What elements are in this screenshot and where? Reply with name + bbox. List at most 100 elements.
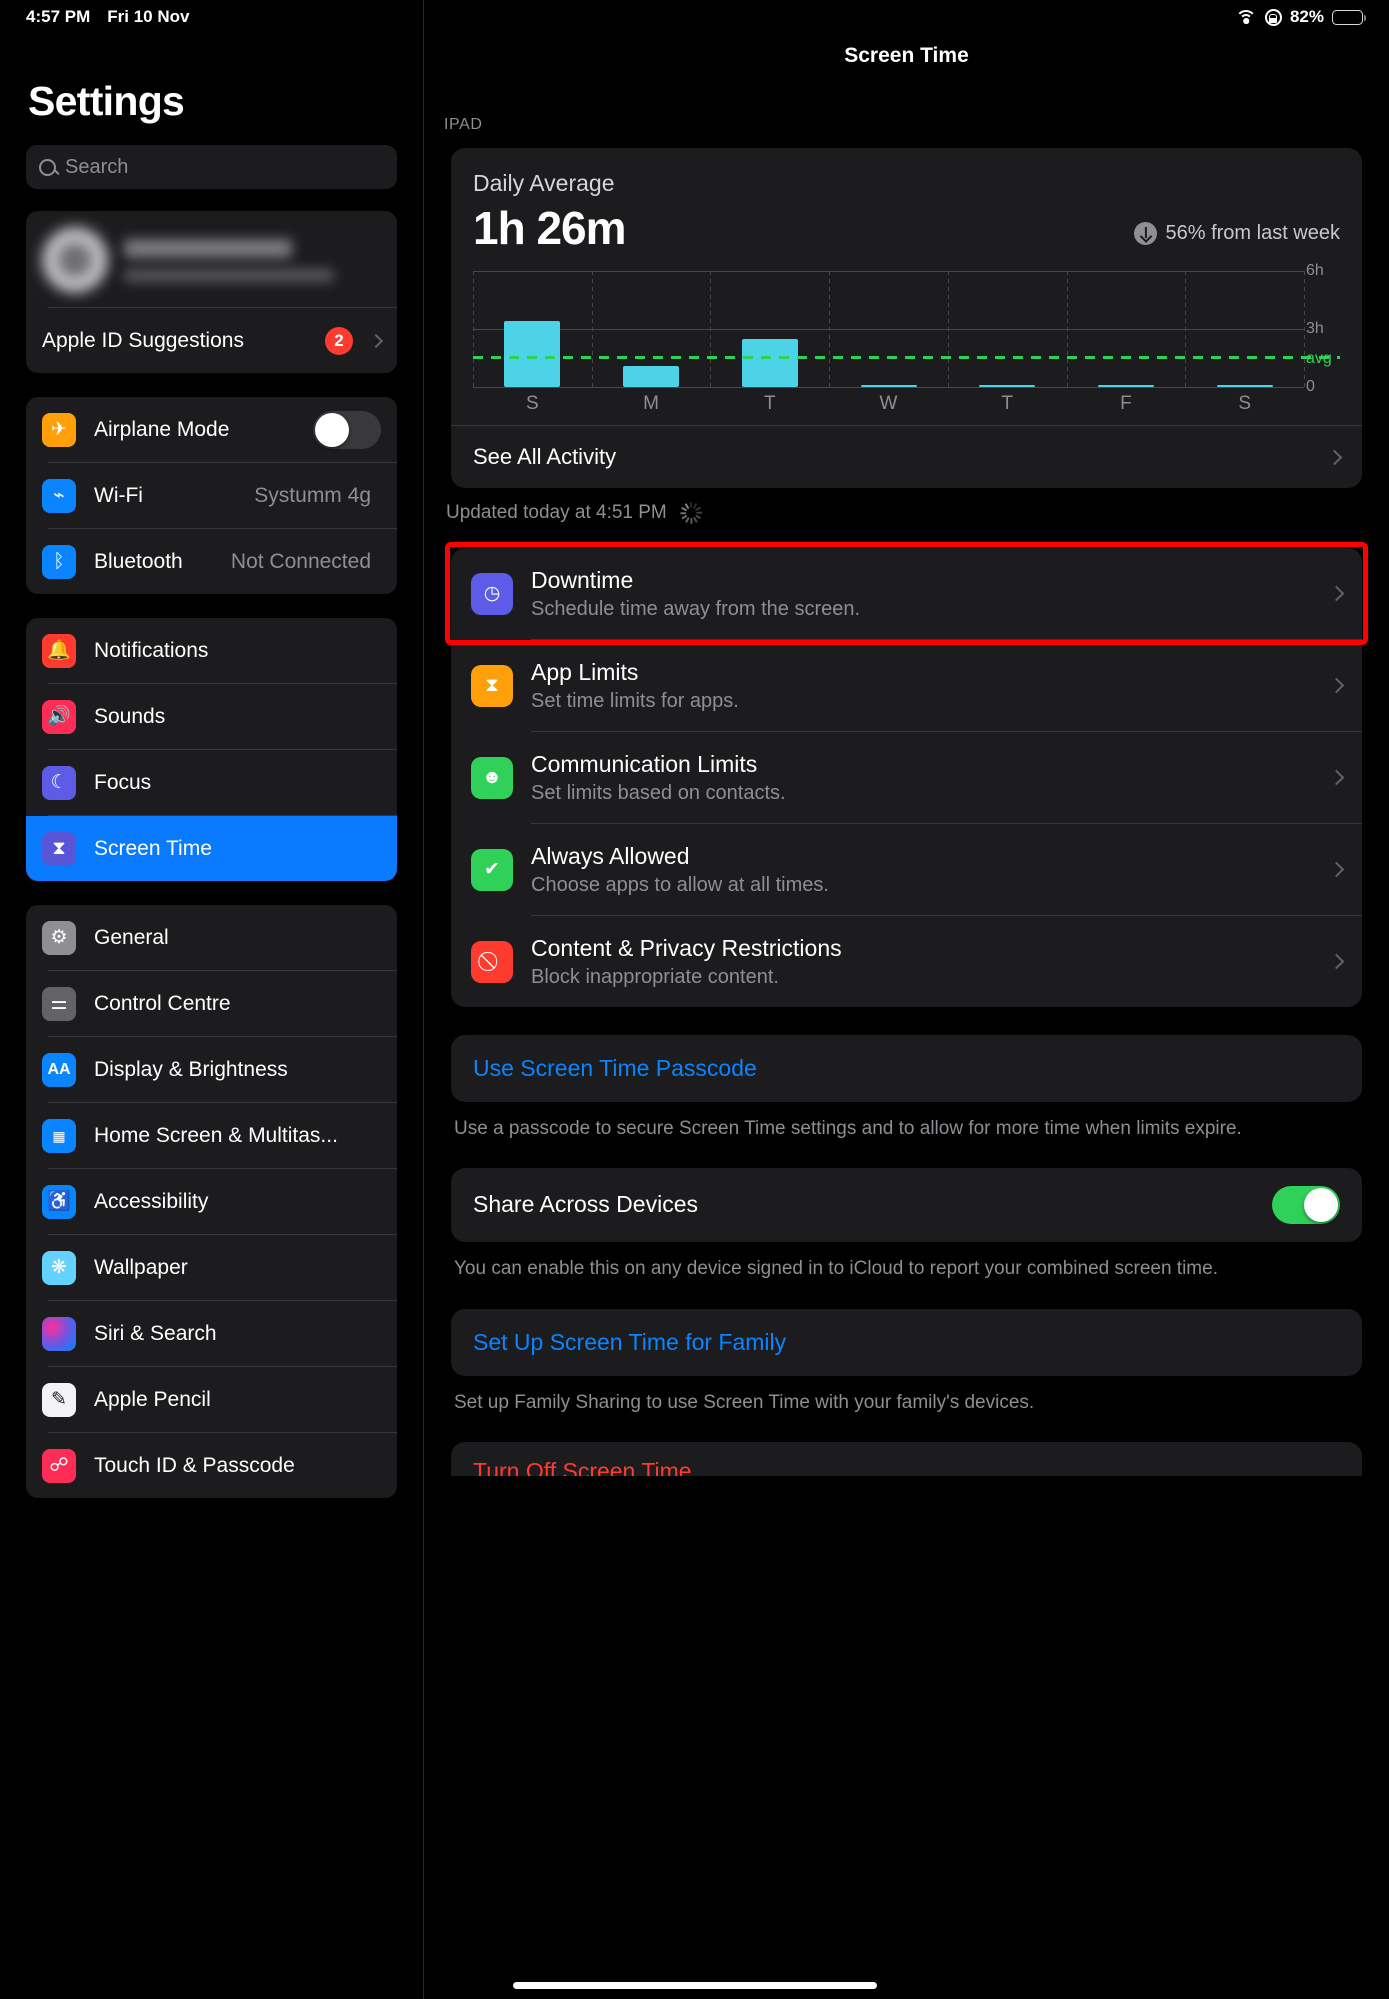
sidebar-item-wallpaper[interactable]: ❋ Wallpaper <box>26 1235 397 1300</box>
moon-icon: ☾ <box>42 765 76 800</box>
sidebar-item-label: Airplane Mode <box>94 417 230 441</box>
sidebar-item-label: Wallpaper <box>94 1255 188 1279</box>
chart-bar <box>860 385 917 387</box>
use-screen-time-passcode-button[interactable]: Use Screen Time Passcode <box>451 1035 1362 1102</box>
sidebar-item-label: Home Screen & Multitas... <box>94 1123 338 1147</box>
sidebar-item-label: Bluetooth <box>94 549 183 573</box>
chart-bar-cell <box>710 271 829 387</box>
sidebar-item-focus[interactable]: ☾ Focus <box>26 750 397 815</box>
chart-x-tick: S <box>526 393 539 414</box>
chart-x-tick: T <box>1001 393 1014 414</box>
arrow-down-icon <box>1134 222 1158 245</box>
sidebar-item-control-centre[interactable]: ⚌ Control Centre <box>26 971 397 1036</box>
home-indicator <box>512 1982 877 1989</box>
settings-row-communication-limits[interactable]: ☻ Communication Limits Set limits based … <box>451 732 1362 823</box>
sidebar-item-display-brightness[interactable]: AA Display & Brightness <box>26 1037 397 1102</box>
text-size-icon: AA <box>42 1052 76 1087</box>
page-title: Settings <box>28 78 185 124</box>
sidebar-item-apple-id-suggestions[interactable]: Apple ID Suggestions 2 <box>26 308 397 373</box>
chart-bar <box>623 365 680 387</box>
family-link-label: Set Up Screen Time for Family <box>473 1329 787 1356</box>
status-date: Fri 10 Nov <box>107 7 190 26</box>
settings-row-app-limits[interactable]: ⧗ App Limits Set time limits for apps. <box>451 640 1362 731</box>
nav-title: Screen Time <box>844 44 969 67</box>
bluetooth-icon: ᛒ <box>42 544 76 579</box>
settings-row-text: Always Allowed Choose apps to allow at a… <box>531 843 1331 897</box>
bell-icon: 🔔 <box>42 633 76 668</box>
settings-row-content-privacy[interactable]: ⃠ Content & Privacy Restrictions Block i… <box>451 916 1362 1007</box>
turn-off-screen-time-button[interactable]: Turn Off Screen Time <box>451 1441 1362 1476</box>
daily-average-card: Daily Average 1h 26m 56% from last week … <box>451 148 1362 488</box>
sidebar-item-bluetooth[interactable]: ᛒ Bluetooth Not Connected <box>26 529 397 594</box>
airplane-icon: ✈ <box>42 412 76 447</box>
hourglass-icon: ⧗ <box>471 664 513 707</box>
chart-x-tick: T <box>763 393 776 414</box>
connectivity-group: ✈ Airplane Mode ⌁ Wi-Fi Systumm 4g ᛒ Blu… <box>26 397 397 594</box>
chart-y-tick: 0 <box>1306 378 1315 395</box>
settings-sidebar[interactable]: Settings Search Apple ID Suggestions 2 ✈ <box>0 0 424 1999</box>
settings-row-title: Downtime <box>531 566 634 593</box>
daily-average-label: Daily Average <box>473 170 615 196</box>
siri-icon <box>42 1316 76 1351</box>
sidebar-item-sounds[interactable]: 🔊 Sounds <box>26 684 397 749</box>
settings-row-subtitle: Schedule time away from the screen. <box>531 597 861 620</box>
hourglass-icon: ⧗ <box>42 831 76 866</box>
screen-time-bar-chart[interactable]: 6h3havg0 SMTWTFS <box>473 262 1340 414</box>
share-footnote: You can enable this on any device signed… <box>454 1257 1218 1279</box>
wifi-icon: ⌁ <box>42 478 76 513</box>
sidebar-item-home-screen[interactable]: ▦ Home Screen & Multitas... <box>26 1103 397 1168</box>
sidebar-item-apple-pencil[interactable]: ✎ Apple Pencil <box>26 1367 397 1432</box>
chart-bar <box>504 321 561 387</box>
fingerprint-icon: ☍ <box>42 1448 76 1483</box>
turn-off-label: Turn Off Screen Time <box>473 1457 692 1476</box>
alerts-group: 🔔 Notifications 🔊 Sounds ☾ Focus ⧗ Scree… <box>26 618 397 881</box>
bluetooth-value: Not Connected <box>230 549 371 573</box>
settings-row-subtitle: Set limits based on contacts. <box>531 781 786 804</box>
speaker-icon: 🔊 <box>42 699 76 734</box>
person-icon: ☻ <box>471 756 513 799</box>
settings-row-always-allowed[interactable]: ✔ Always Allowed Choose apps to allow at… <box>451 824 1362 915</box>
daily-average-header: Daily Average 1h 26m 56% from last week <box>451 148 1362 255</box>
sidebar-item-general[interactable]: ⚙ General <box>26 905 397 970</box>
set-up-family-button[interactable]: Set Up Screen Time for Family <box>451 1309 1362 1377</box>
share-across-devices-row[interactable]: Share Across Devices <box>451 1167 1362 1242</box>
sidebar-item-siri-search[interactable]: Siri & Search <box>26 1301 397 1366</box>
see-all-activity-row[interactable]: See All Activity <box>451 425 1362 488</box>
wifi-icon <box>1235 9 1257 25</box>
chart-bar-cell <box>1185 271 1304 387</box>
chevron-right-icon <box>1328 861 1345 878</box>
settings-row-title: App Limits <box>531 658 639 685</box>
checkmark-badge-icon: ✔ <box>471 848 513 891</box>
sidebar-item-notifications[interactable]: 🔔 Notifications <box>26 618 397 683</box>
chart-y-axis-labels: 6h3havg0 <box>1306 262 1356 395</box>
sidebar-item-label: Control Centre <box>94 991 231 1015</box>
status-bar: 4:57 PM Fri 10 Nov 82% <box>0 0 1389 34</box>
apple-id-profile-row[interactable] <box>26 211 397 307</box>
see-all-activity-label: See All Activity <box>473 444 617 469</box>
trend-text: 56% from last week <box>1165 222 1340 244</box>
sidebar-item-touch-id-passcode[interactable]: ☍ Touch ID & Passcode <box>26 1433 397 1498</box>
chart-y-tick: 3h <box>1306 320 1324 337</box>
device-section-header: IPAD <box>444 116 483 133</box>
chart-bar-cell <box>1067 271 1186 387</box>
sidebar-item-accessibility[interactable]: ♿ Accessibility <box>26 1169 397 1234</box>
system-group: ⚙ General ⚌ Control Centre AA Display & … <box>26 905 397 1498</box>
airplane-mode-toggle[interactable] <box>313 410 381 449</box>
downtime-icon: ◷ <box>471 572 513 615</box>
sidebar-item-label: Touch ID & Passcode <box>94 1453 295 1477</box>
sidebar-item-wifi[interactable]: ⌁ Wi-Fi Systumm 4g <box>26 463 397 528</box>
sidebar-item-label: General <box>94 925 169 949</box>
sidebar-item-screen-time[interactable]: ⧗ Screen Time <box>26 816 397 881</box>
share-across-devices-label: Share Across Devices <box>473 1191 698 1218</box>
search-input[interactable]: Search <box>26 145 397 189</box>
settings-row-title: Communication Limits <box>531 750 758 777</box>
family-footnote: Set up Family Sharing to use Screen Time… <box>454 1392 1035 1414</box>
screen-time-pane: Screen Time IPAD Daily Average 1h 26m 56… <box>424 0 1389 1999</box>
sidebar-item-airplane-mode[interactable]: ✈ Airplane Mode <box>26 397 397 462</box>
chart-x-tick: M <box>643 393 659 414</box>
settings-row-downtime[interactable]: ◷ Downtime Schedule time away from the s… <box>445 542 1368 645</box>
share-across-devices-toggle[interactable] <box>1272 1185 1340 1224</box>
avatar <box>42 227 108 293</box>
chevron-right-icon <box>368 333 384 348</box>
trend-indicator: 56% from last week <box>1134 222 1340 255</box>
